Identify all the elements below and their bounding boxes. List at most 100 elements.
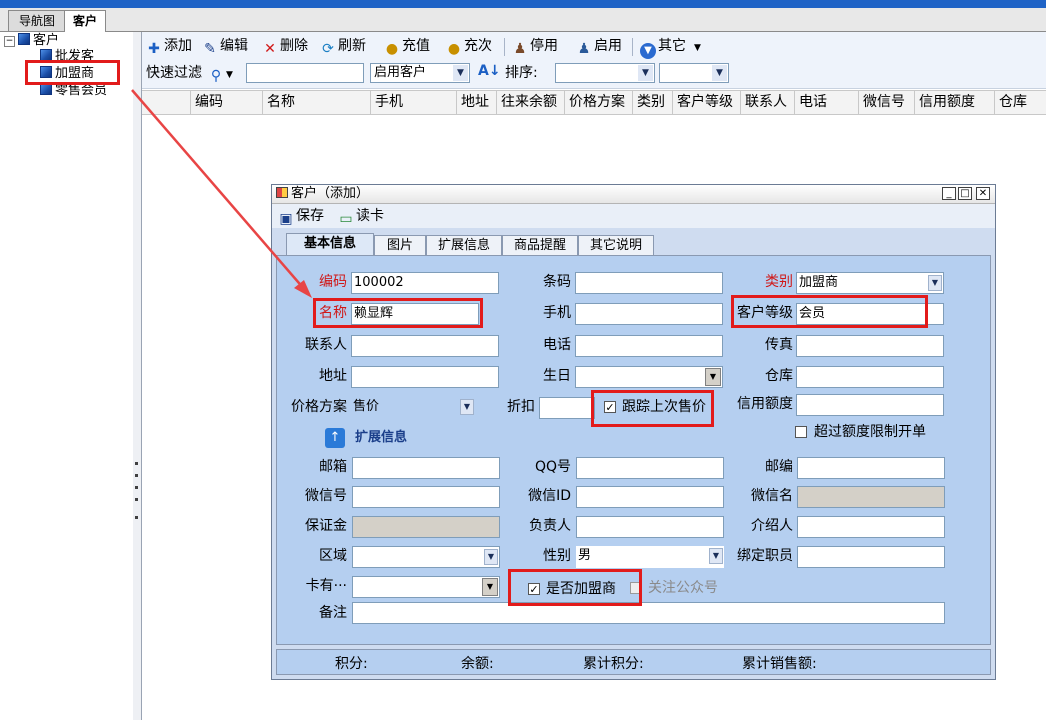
- card-select[interactable]: ▼: [352, 576, 500, 598]
- save-button[interactable]: ▣ 保存: [278, 207, 324, 227]
- window-title-bar: [0, 0, 1046, 8]
- track-last-price-checkbox[interactable]: ✓: [604, 401, 616, 413]
- over-credit-checkbox[interactable]: [795, 426, 807, 438]
- referrer-label: 介绍人: [751, 518, 793, 534]
- tree-node-wholesale[interactable]: 批发客: [40, 48, 94, 65]
- chevron-down-circle-icon: ▼: [640, 43, 656, 59]
- extended-info-section[interactable]: 扩展信息: [355, 428, 407, 448]
- maximize-button[interactable]: □: [958, 187, 972, 200]
- cube-icon: [40, 49, 52, 61]
- tab-customer[interactable]: 客户: [64, 10, 106, 33]
- add-button[interactable]: ✚ 添加: [146, 37, 192, 57]
- tab-navigation[interactable]: 导航图: [8, 10, 66, 31]
- edit-button[interactable]: ✎ 编辑: [202, 37, 248, 57]
- referrer-input[interactable]: [797, 516, 945, 538]
- column-header-name[interactable]: 名称: [262, 91, 370, 114]
- chevron-down-icon: ▼: [484, 549, 498, 565]
- grip-icon: [135, 486, 138, 489]
- column-header-balance[interactable]: 往来余额: [496, 91, 564, 114]
- column-header-mobile[interactable]: 手机: [370, 91, 456, 114]
- category-select[interactable]: 加盟商 ▼: [796, 272, 944, 294]
- tree-node-customer[interactable]: − 客户: [4, 32, 59, 49]
- enable-button[interactable]: ♟ 启用: [576, 37, 622, 57]
- column-header-credit[interactable]: 信用额度: [914, 91, 994, 114]
- code-label: 编码: [319, 274, 347, 290]
- column-header-warehouse[interactable]: 仓库: [994, 91, 1046, 114]
- refresh-button[interactable]: ⟳ 刷新: [320, 37, 366, 57]
- warehouse-input[interactable]: [796, 366, 944, 388]
- tab-extended-info[interactable]: 扩展信息: [426, 235, 502, 255]
- splitter-handle[interactable]: [133, 32, 142, 720]
- collapse-icon[interactable]: −: [4, 36, 15, 47]
- tab-pictures[interactable]: 图片: [374, 235, 426, 255]
- quick-filter-input[interactable]: [246, 63, 364, 83]
- column-header-wechat[interactable]: 微信号: [858, 91, 914, 114]
- sort-field-select[interactable]: ▼: [555, 63, 655, 83]
- column-header-price-plan[interactable]: 价格方案: [564, 91, 632, 114]
- tree-node-retail-member[interactable]: 零售会员: [40, 82, 107, 99]
- recharge-label: 充值: [402, 38, 430, 54]
- dialog-status-bar: 积分: 余额: 累计积分: 累计销售额:: [276, 649, 991, 675]
- disable-button[interactable]: ♟ 停用: [512, 37, 558, 57]
- arrow-up-icon[interactable]: ↑: [325, 428, 345, 448]
- credit-label: 信用额度: [737, 396, 793, 412]
- column-header-address[interactable]: 地址: [456, 91, 496, 114]
- is-franchise-checkbox[interactable]: ✓: [528, 583, 540, 595]
- recharge-button[interactable]: ● 充值: [384, 37, 430, 57]
- tab-other-notes[interactable]: 其它说明: [578, 235, 654, 255]
- chevron-down-icon: ▼: [638, 65, 653, 81]
- tree-node-label: 客户: [33, 33, 60, 48]
- search-icon: ⚲: [210, 68, 222, 84]
- read-card-button[interactable]: ▭ 读卡: [338, 207, 384, 227]
- chevron-down-icon: ▼: [453, 65, 468, 81]
- column-header-contact[interactable]: 联系人: [740, 91, 794, 114]
- other-menu-button[interactable]: ▼ 其它 ▼: [640, 37, 701, 59]
- filter-search-button[interactable]: ⚲ ▼: [208, 64, 233, 84]
- close-button[interactable]: ✕: [976, 187, 990, 200]
- column-header-category[interactable]: 类别: [632, 91, 672, 114]
- mobile-input[interactable]: [575, 303, 723, 325]
- discount-input[interactable]: [539, 397, 595, 419]
- postcode-input[interactable]: [797, 457, 945, 479]
- owner-input[interactable]: [576, 516, 724, 538]
- recharge-times-button[interactable]: ● 充次: [446, 37, 492, 57]
- bind-staff-input[interactable]: [797, 546, 945, 568]
- discount-label: 折扣: [507, 399, 535, 415]
- phone-input[interactable]: [575, 335, 723, 357]
- credit-input[interactable]: [796, 394, 944, 416]
- barcode-input[interactable]: [575, 272, 723, 294]
- sort-order-select[interactable]: ▼: [659, 63, 729, 83]
- gender-select[interactable]: 男 ▼: [576, 546, 724, 568]
- chevron-down-icon: ▼: [705, 368, 721, 386]
- pen-icon: ✎: [204, 41, 216, 57]
- minimize-button[interactable]: _: [942, 187, 956, 200]
- basic-info-panel: 编码 100002 条码 类别 加盟商 ▼ 名称 赖显辉 手机 客户等级 会员 联…: [276, 255, 991, 645]
- tree-node-franchise[interactable]: 加盟商: [40, 65, 94, 82]
- tab-product-reminder[interactable]: 商品提醒: [502, 235, 578, 255]
- contact-input[interactable]: [351, 335, 499, 357]
- wechat-input[interactable]: [352, 486, 500, 508]
- address-input[interactable]: [351, 366, 499, 388]
- fax-input[interactable]: [796, 335, 944, 357]
- qq-input[interactable]: [576, 457, 724, 479]
- column-header-phone[interactable]: 电话: [794, 91, 858, 114]
- level-input[interactable]: 会员: [796, 303, 944, 325]
- birthday-picker[interactable]: ▼: [575, 366, 723, 388]
- email-input[interactable]: [352, 457, 500, 479]
- chevron-down-icon: ▼: [226, 70, 233, 80]
- column-header-code[interactable]: 编码: [190, 91, 262, 114]
- code-input[interactable]: 100002: [351, 272, 499, 294]
- sort-az-icon[interactable]: A↓: [478, 62, 501, 80]
- delete-button[interactable]: ✕ 删除: [262, 37, 308, 57]
- level-label: 客户等级: [737, 305, 793, 321]
- price-plan-select[interactable]: 售价 ▼: [351, 397, 475, 419]
- tab-basic-info[interactable]: 基本信息: [286, 233, 374, 255]
- name-input[interactable]: 赖显辉: [351, 303, 479, 325]
- wechat-id-label: 微信ID: [528, 488, 571, 504]
- mobile-label: 手机: [543, 305, 571, 321]
- wechat-id-input[interactable]: [576, 486, 724, 508]
- column-header-level[interactable]: 客户等级: [672, 91, 740, 114]
- status-select[interactable]: 启用客户 ▼: [370, 63, 470, 83]
- remark-input[interactable]: [352, 602, 945, 624]
- region-select[interactable]: ▼: [352, 546, 500, 568]
